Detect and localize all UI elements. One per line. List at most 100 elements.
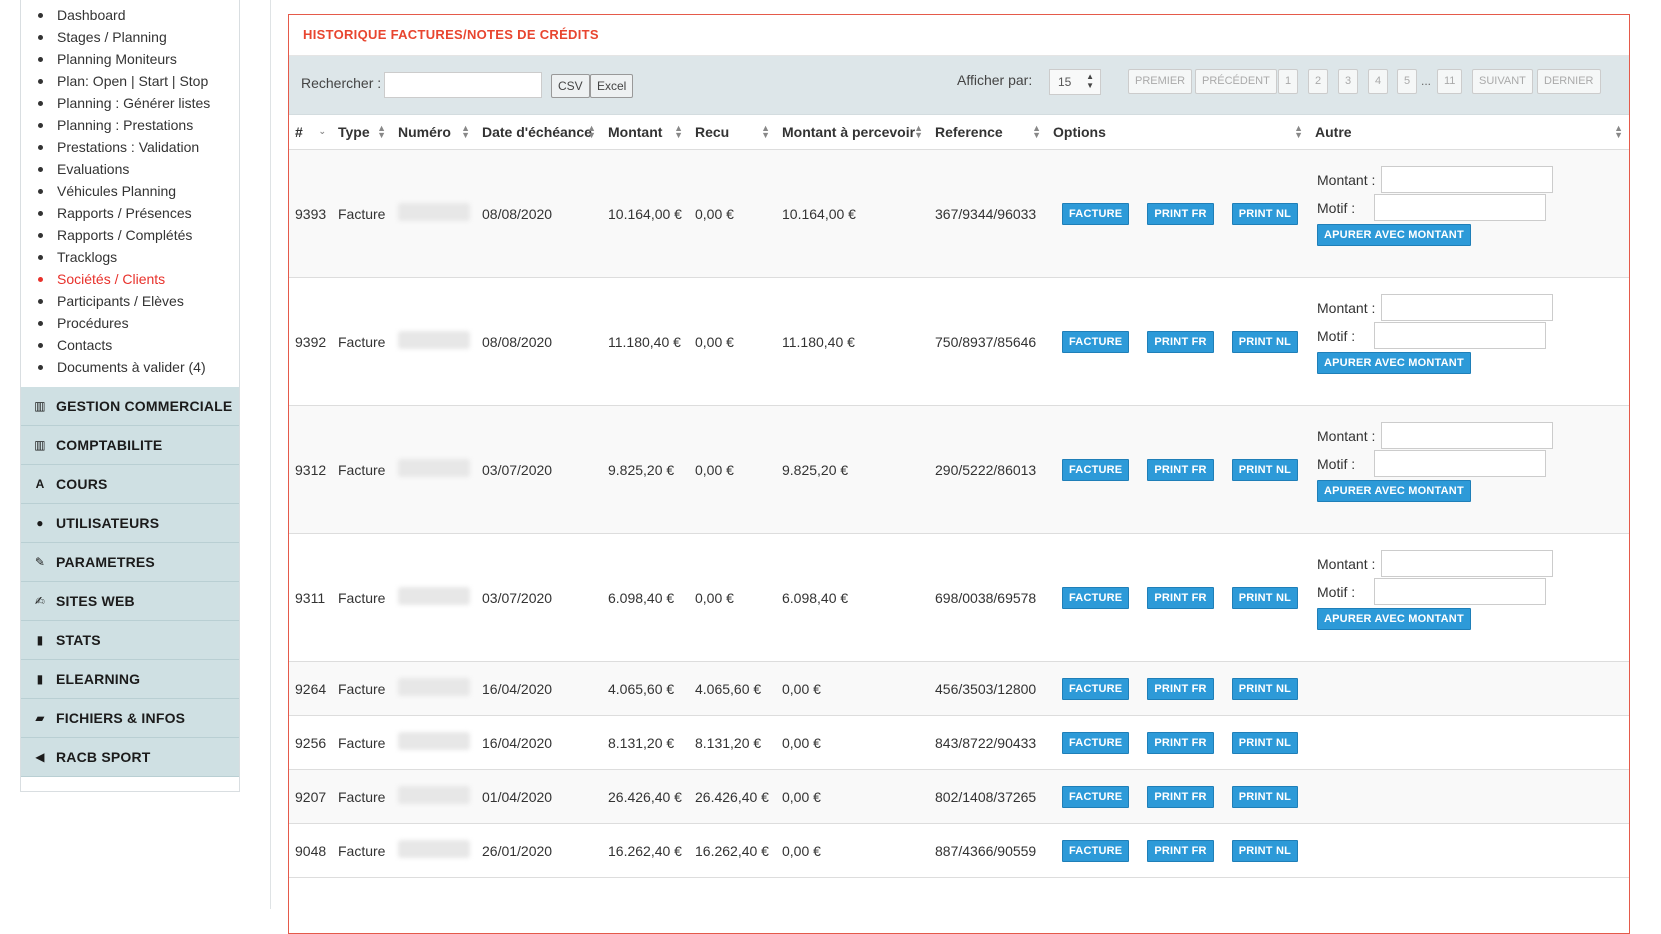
facture-button[interactable]: FACTURE bbox=[1062, 839, 1130, 862]
sidebar-section-stats[interactable]: ▮ STATS bbox=[21, 621, 239, 660]
sidebar-section-comptabilite[interactable]: ▥ COMPTABILITE bbox=[21, 426, 239, 465]
sidebar-section-sites-web[interactable]: ✍ SITES WEB bbox=[21, 582, 239, 621]
pagination-page-2[interactable]: 2 bbox=[1308, 69, 1329, 94]
print-nl-button[interactable]: PRINT NL bbox=[1231, 785, 1299, 808]
sidebar-section-parametres[interactable]: ✎ PARAMETRES bbox=[21, 543, 239, 582]
sidebar-item-contacts[interactable]: Contacts bbox=[21, 334, 239, 356]
pagination-first-button[interactable]: PREMIER bbox=[1128, 69, 1193, 94]
pagination-next-button[interactable]: SUIVANT bbox=[1472, 69, 1533, 94]
apurer-button[interactable]: APURER AVEC MONTANT bbox=[1317, 479, 1471, 502]
cell-type: Facture bbox=[332, 533, 392, 662]
col-header-autre[interactable]: Autre ▲ ▼ bbox=[1309, 115, 1629, 150]
print-fr-button[interactable]: PRINT FR bbox=[1147, 785, 1214, 808]
motif-input[interactable] bbox=[1374, 577, 1546, 605]
sidebar-item-societes-clients[interactable]: Sociétés / Clients bbox=[21, 268, 239, 290]
print-nl-button[interactable]: PRINT NL bbox=[1231, 731, 1299, 754]
table-row: 9256 Facture 16/04/2020 8.131,20 €8.131,20 … bbox=[289, 715, 1629, 770]
sidebar-section-racb-sport[interactable]: ◀ RACB SPORT bbox=[21, 738, 239, 777]
sidebar-item-planning-moniteurs[interactable]: Planning Moniteurs bbox=[21, 48, 239, 70]
cell-date: 01/04/2020 bbox=[476, 769, 602, 824]
sidebar-item-generer-listes[interactable]: Planning : Générer listes bbox=[21, 92, 239, 114]
sidebar-section-fichiers-infos[interactable]: ▰ FICHIERS & INFOS bbox=[21, 699, 239, 738]
facture-button[interactable]: FACTURE bbox=[1062, 677, 1130, 700]
print-nl-button[interactable]: PRINT NL bbox=[1231, 677, 1299, 700]
section-label: COMPTABILITE bbox=[56, 436, 163, 453]
print-fr-button[interactable]: PRINT FR bbox=[1147, 677, 1214, 700]
col-header-reference[interactable]: Reference ▲ ▼ bbox=[929, 115, 1047, 150]
section-label: UTILISATEURS bbox=[56, 514, 160, 531]
sidebar-section-cours[interactable]: A COURS bbox=[21, 465, 239, 504]
cell-date: 16/04/2020 bbox=[476, 715, 602, 770]
facture-button[interactable]: FACTURE bbox=[1062, 330, 1130, 353]
sidebar-item-documents-a-valider[interactable]: Documents à valider (4) bbox=[21, 356, 239, 378]
col-header-montant-percevoir[interactable]: Montant à percevoir ▲ ▼ bbox=[776, 115, 929, 150]
redacted-number bbox=[398, 732, 470, 750]
font-icon: A bbox=[35, 476, 45, 491]
print-fr-button[interactable]: PRINT FR bbox=[1147, 458, 1214, 481]
sidebar-item-tracklogs[interactable]: Tracklogs bbox=[21, 246, 239, 268]
apurer-form: Montant : Motif : APURER AVEC MONTANT bbox=[1315, 548, 1623, 648]
montant-input[interactable] bbox=[1381, 421, 1553, 449]
col-header-id[interactable]: # ⌄ bbox=[289, 115, 332, 150]
pagination-page-3[interactable]: 3 bbox=[1338, 69, 1359, 94]
print-nl-button[interactable]: PRINT NL bbox=[1231, 839, 1299, 862]
print-fr-button[interactable]: PRINT FR bbox=[1147, 202, 1214, 225]
pagination-page-11[interactable]: 11 bbox=[1437, 69, 1463, 94]
cell-id: 9392 bbox=[289, 277, 332, 406]
sidebar-item-rapports-completes[interactable]: Rapports / Complétés bbox=[21, 224, 239, 246]
sidebar-item-vehicules-planning[interactable]: Véhicules Planning bbox=[21, 180, 239, 202]
print-nl-button[interactable]: PRINT NL bbox=[1231, 202, 1299, 225]
pagination-page-5[interactable]: 5 bbox=[1397, 69, 1418, 94]
print-nl-button[interactable]: PRINT NL bbox=[1231, 586, 1299, 609]
apurer-button[interactable]: APURER AVEC MONTANT bbox=[1317, 223, 1471, 246]
table-row: 9264 Facture 16/04/2020 4.065,60 €4.065,60 … bbox=[289, 661, 1629, 716]
pagination-page-4[interactable]: 4 bbox=[1368, 69, 1389, 94]
apurer-button[interactable]: APURER AVEC MONTANT bbox=[1317, 351, 1471, 374]
montant-input[interactable] bbox=[1381, 165, 1553, 193]
pagination-last-button[interactable]: DERNIER bbox=[1537, 69, 1601, 94]
sidebar-item-stages-planning[interactable]: Stages / Planning bbox=[21, 26, 239, 48]
col-header-date[interactable]: Date d'échéance ▲ ▼ bbox=[476, 115, 602, 150]
sidebar-item-planning-prestations[interactable]: Planning : Prestations bbox=[21, 114, 239, 136]
cell-montant: 16.262,40 € bbox=[602, 823, 689, 878]
col-header-options[interactable]: Options ▲ ▼ bbox=[1047, 115, 1309, 150]
sidebar-item-participants-eleves[interactable]: Participants / Elèves bbox=[21, 290, 239, 312]
print-nl-button[interactable]: PRINT NL bbox=[1231, 458, 1299, 481]
montant-input[interactable] bbox=[1381, 293, 1553, 321]
cell-montant: 26.426,40 € bbox=[602, 769, 689, 824]
sidebar-item-prestations-validation[interactable]: Prestations : Validation bbox=[21, 136, 239, 158]
print-fr-button[interactable]: PRINT FR bbox=[1147, 586, 1214, 609]
facture-button[interactable]: FACTURE bbox=[1062, 458, 1130, 481]
print-nl-button[interactable]: PRINT NL bbox=[1231, 330, 1299, 353]
pagination-prev-button[interactable]: PRÉCÉDENT bbox=[1195, 69, 1277, 94]
facture-button[interactable]: FACTURE bbox=[1062, 586, 1130, 609]
pagination-page-1[interactable]: 1 bbox=[1278, 69, 1299, 94]
print-fr-button[interactable]: PRINT FR bbox=[1147, 330, 1214, 353]
facture-button[interactable]: FACTURE bbox=[1062, 731, 1130, 754]
col-header-montant[interactable]: Montant ▲ ▼ bbox=[602, 115, 689, 150]
col-header-type[interactable]: Type ▲ ▼ bbox=[332, 115, 392, 150]
sidebar-item-rapports-presences[interactable]: Rapports / Présences bbox=[21, 202, 239, 224]
sidebar-item-plan-open-start-stop[interactable]: Plan: Open | Start | Stop bbox=[21, 70, 239, 92]
facture-button[interactable]: FACTURE bbox=[1062, 785, 1130, 808]
apurer-button[interactable]: APURER AVEC MONTANT bbox=[1317, 607, 1471, 630]
sidebar-section-utilisateurs[interactable]: ● UTILISATEURS bbox=[21, 504, 239, 543]
motif-input[interactable] bbox=[1374, 449, 1546, 477]
print-fr-button[interactable]: PRINT FR bbox=[1147, 731, 1214, 754]
search-input[interactable] bbox=[384, 72, 542, 98]
print-fr-button[interactable]: PRINT FR bbox=[1147, 839, 1214, 862]
sidebar-item-dashboard[interactable]: Dashboard bbox=[21, 4, 239, 26]
sidebar-item-procedures[interactable]: Procédures bbox=[21, 312, 239, 334]
sidebar-section-elearning[interactable]: ▮ ELEARNING bbox=[21, 660, 239, 699]
facture-button[interactable]: FACTURE bbox=[1062, 202, 1130, 225]
col-header-recu[interactable]: Recu ▲ ▼ bbox=[689, 115, 776, 150]
motif-input[interactable] bbox=[1374, 193, 1546, 221]
motif-input[interactable] bbox=[1374, 321, 1546, 349]
sidebar-section-gestion-commerciale[interactable]: ▥ GESTION COMMERCIALE bbox=[21, 387, 239, 426]
montant-input[interactable] bbox=[1381, 549, 1553, 577]
excel-export-button[interactable]: Excel bbox=[590, 74, 634, 98]
sidebar-item-evaluations[interactable]: Evaluations bbox=[21, 158, 239, 180]
col-header-numero[interactable]: Numéro ▲ ▼ bbox=[392, 115, 476, 150]
csv-export-button[interactable]: CSV bbox=[551, 74, 590, 98]
per-page-select[interactable]: 15 ▲ ▼ bbox=[1049, 69, 1101, 95]
